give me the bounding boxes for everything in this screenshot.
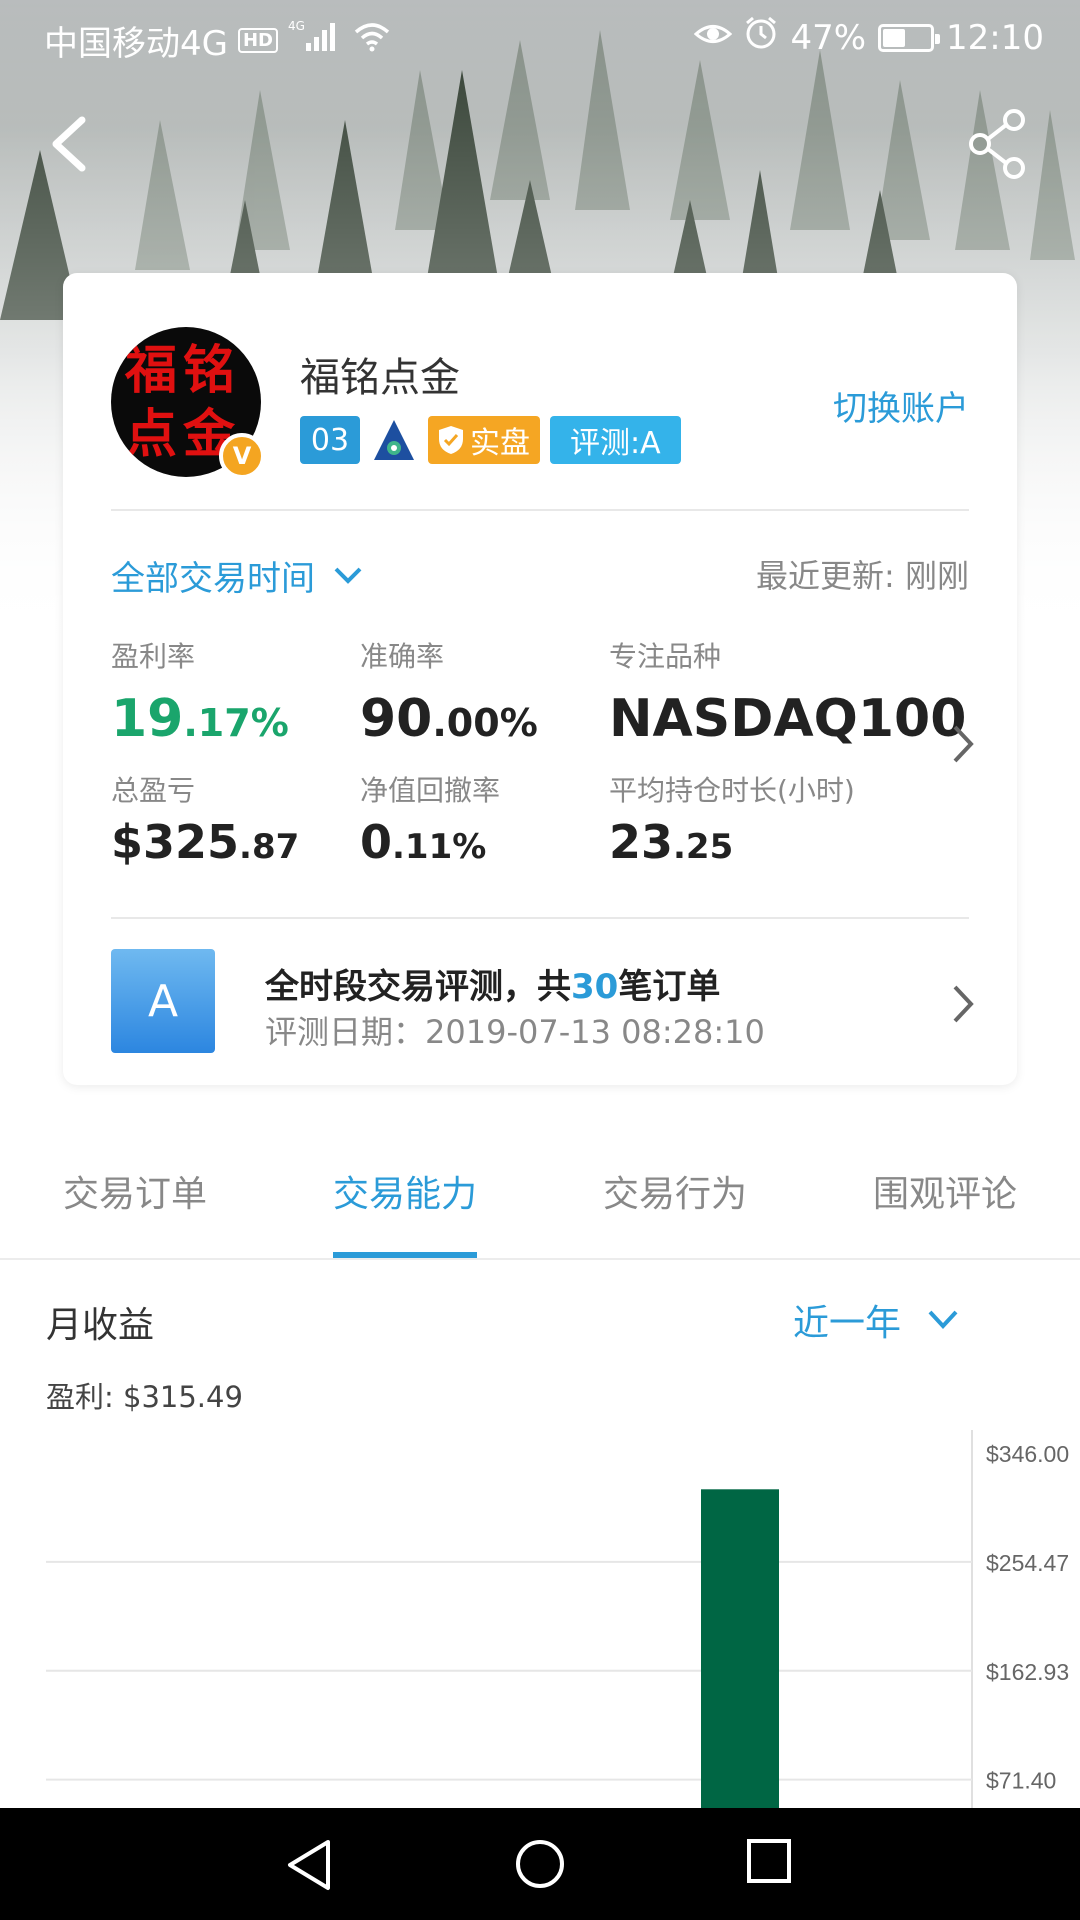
stat-label: 总盈亏 (111, 774, 196, 807)
back-button[interactable] (44, 112, 94, 176)
stat-focus-symbol: 专注品种 NASDAQ100 (609, 635, 966, 749)
badge-row: 03 实盘 评测:A (300, 416, 681, 464)
stats-detail-button[interactable] (951, 723, 977, 765)
hd-icon: HD (237, 28, 278, 53)
stat-value: 0.11% (360, 815, 487, 869)
stat-label: 专注品种 (609, 640, 722, 673)
verified-badge: V (219, 433, 265, 479)
y-tick-label: $346.00 (986, 1441, 1069, 1467)
back-icon (52, 116, 86, 172)
section-title: 月收益 (46, 1305, 155, 1346)
level-badge: 03 (300, 416, 360, 464)
monthly-profit-chart: $346.00 $254.47 $162.93 $71.40 (46, 1430, 1069, 1808)
stat-value: 19.17% (111, 689, 289, 749)
carrier-label: 中国移动4G (44, 24, 228, 64)
battery-icon (878, 23, 941, 52)
stat-label: 准确率 (360, 640, 445, 673)
profit-summary: 盈利: $315.49 (46, 1380, 243, 1414)
tab-comments[interactable]: 围观评论 (873, 1165, 1017, 1217)
chevron-down-icon (928, 1310, 958, 1329)
nav-back-button[interactable] (284, 1838, 334, 1892)
wifi-icon (352, 20, 392, 61)
stat-label: 平均持仓时长(小时) (609, 774, 855, 807)
divider (111, 509, 969, 511)
stat-value: 23.25 (609, 815, 734, 869)
eye-icon (694, 18, 733, 58)
eval-badge: 评测:A (550, 416, 681, 464)
divider (0, 1258, 1080, 1260)
evaluation-detail-button[interactable] (951, 983, 977, 1025)
real-account-badge: 实盘 (428, 416, 540, 464)
chevron-down-icon (334, 567, 362, 584)
time-range-label: 全部交易时间 (111, 559, 315, 599)
stat-value: $325.87 (111, 815, 300, 869)
period-label: 近一年 (793, 1303, 902, 1344)
y-tick-label: $254.47 (986, 1550, 1069, 1576)
time-range-selector[interactable]: 全部交易时间 (111, 551, 363, 600)
evaluation-title: 全时段交易评测，共30笔订单 (265, 967, 721, 1007)
chevron-right-icon (953, 985, 974, 1023)
share-icon (969, 109, 1025, 179)
real-badge-label: 实盘 (470, 426, 530, 461)
tab-behavior[interactable]: 交易行为 (603, 1165, 747, 1217)
last-updated: 最近更新: 刚刚 (756, 557, 969, 595)
stat-total-pnl: 总盈亏 $325.87 (111, 769, 299, 869)
stat-avg-hold: 平均持仓时长(小时) 23.25 (609, 769, 855, 869)
stat-value: 90.00% (360, 689, 538, 749)
user-name: 福铭点金 (300, 355, 460, 401)
chevron-right-icon (953, 725, 974, 763)
stat-value: NASDAQ100 (609, 689, 967, 749)
system-nav-bar (0, 1808, 1080, 1920)
platform-logo-icon (370, 416, 418, 464)
evaluation-grade-icon: A (111, 949, 215, 1053)
shield-icon (439, 426, 463, 454)
status-bar: 中国移动4G HD 4G 47% 12:10 (0, 0, 1080, 76)
y-tick-label: $71.40 (986, 1768, 1056, 1794)
clock: 12:10 (946, 17, 1044, 58)
period-selector[interactable]: 近一年 (793, 1294, 959, 1346)
tab-bar: 交易订单 交易能力 交易行为 围观评论 (0, 1125, 1080, 1259)
stat-profit-rate: 盈利率 19.17% (111, 635, 289, 749)
battery-percent: 47% (790, 17, 867, 58)
stat-accuracy: 准确率 90.00% (360, 635, 538, 749)
share-button[interactable] (968, 108, 1028, 180)
stat-drawdown: 净值回撤率 0.11% (360, 769, 500, 869)
tab-ability[interactable]: 交易能力 (333, 1165, 477, 1217)
alarm-icon (744, 16, 778, 59)
evaluation-date: 评测日期：2019-07-13 08:28:10 (265, 1013, 765, 1051)
order-count: 30 (571, 967, 619, 1007)
nav-home-button[interactable] (514, 1838, 566, 1890)
nav-recents-button[interactable] (746, 1838, 792, 1884)
y-tick-label: $162.93 (986, 1659, 1069, 1685)
stat-label: 盈利率 (111, 640, 196, 673)
divider (111, 917, 969, 919)
signal-icon: 4G (288, 19, 342, 62)
switch-account-link[interactable]: 切换账户 (833, 381, 969, 430)
chart-bar[interactable] (701, 1489, 779, 1808)
network-type: 4G (288, 19, 305, 33)
tab-orders[interactable]: 交易订单 (63, 1165, 207, 1217)
profile-card: 福铭点金 V 福铭点金 03 实盘 评测:A 切换账户 全部交易时间 最近更新:… (63, 273, 1017, 1085)
stat-label: 净值回撤率 (360, 774, 501, 807)
